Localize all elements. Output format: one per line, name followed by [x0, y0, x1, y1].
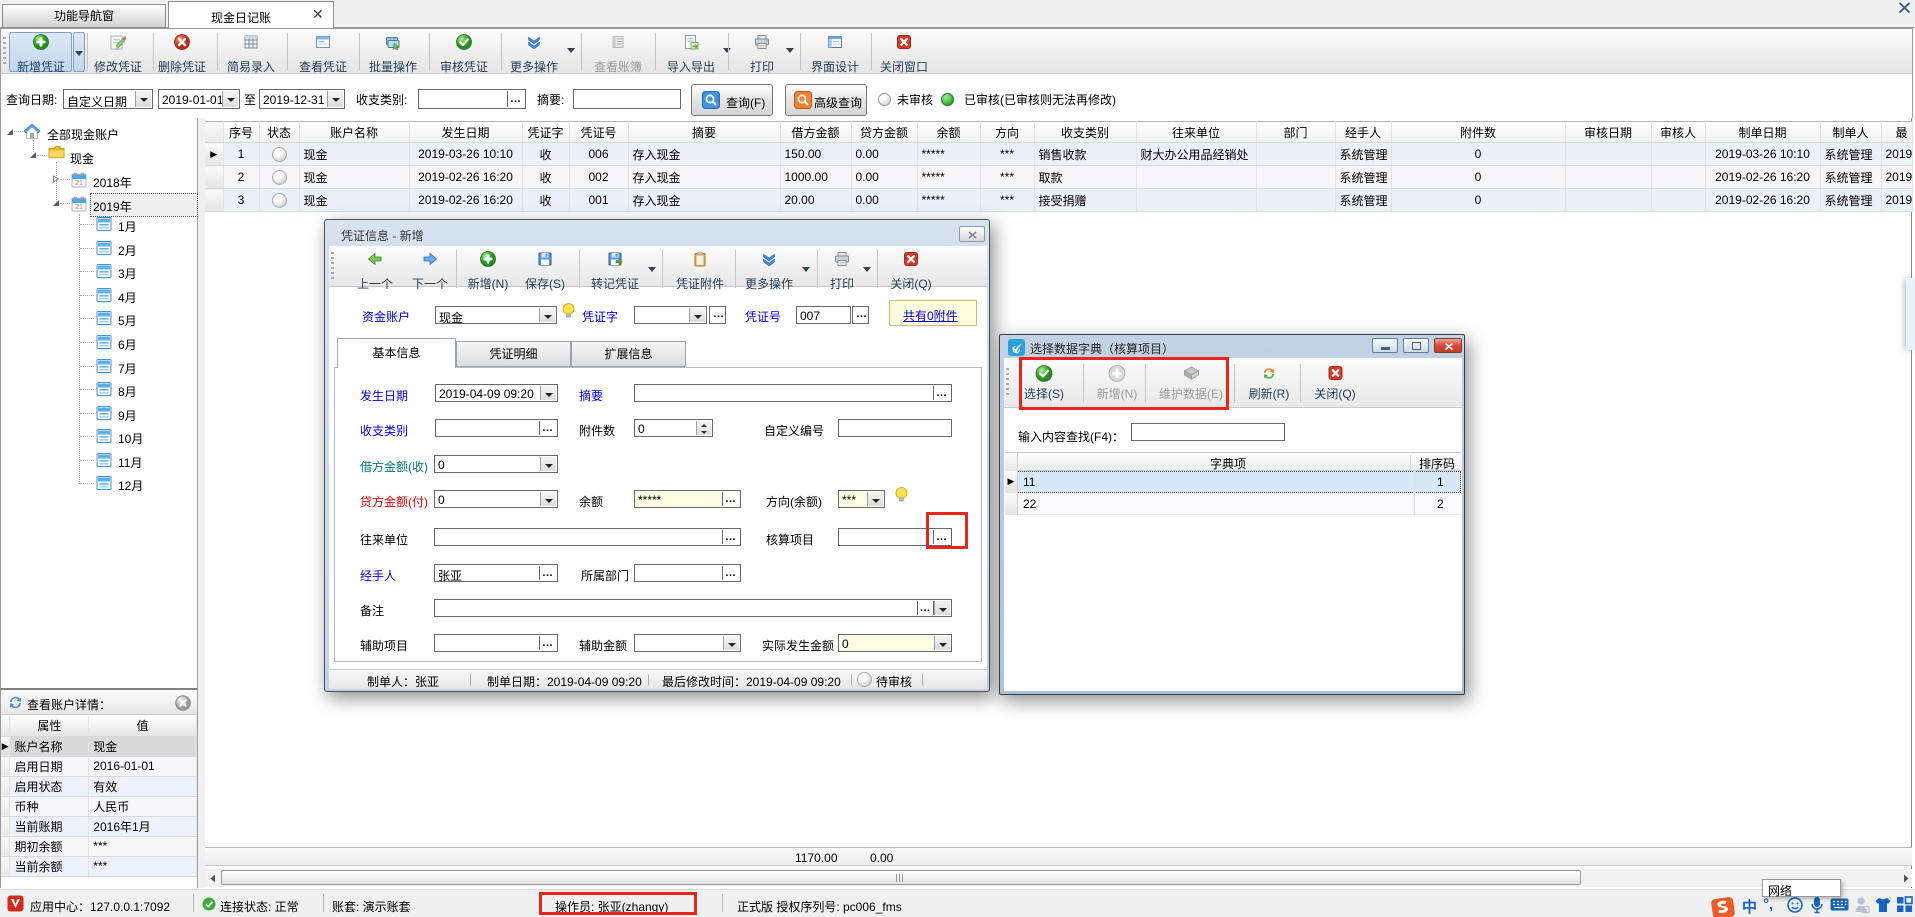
svg-text:21: 21	[75, 204, 83, 211]
svg-text:21: 21	[75, 180, 83, 187]
